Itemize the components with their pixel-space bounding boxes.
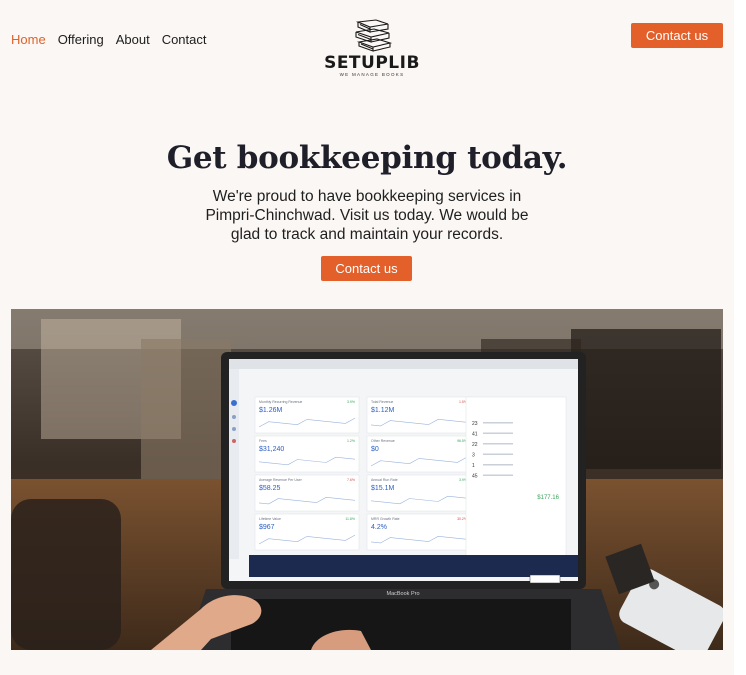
nav-about-link[interactable]: About [116, 32, 150, 47]
dashboard-card-change: 3.9% [347, 400, 355, 404]
side-panel-bar [483, 443, 513, 445]
dashboard-card-label: Other Revenue [371, 439, 395, 443]
dashboard-card: Lifetime Value $967 11.8% [254, 513, 360, 551]
dashboard-card-label: Lifetime Value [259, 517, 281, 521]
dashboard-card-change: 11.8% [345, 517, 355, 521]
dashboard-card-label: Average Revenue Per User [259, 478, 303, 482]
nav-offering-link[interactable]: Offering [58, 32, 104, 47]
side-panel-number: 23 [472, 421, 478, 427]
scrollbar-track[interactable] [734, 0, 746, 675]
hero-photo-laptop-dashboard: Monthly Recurring Revenue $1.26M 3.9% Total… [11, 309, 723, 650]
dashboard-card: Monthly Recurring Revenue $1.26M 3.9% [254, 396, 360, 434]
side-panel-number: 1 [472, 463, 475, 469]
dashboard-card-label: Monthly Recurring Revenue [259, 400, 302, 404]
header-contact-button[interactable]: Contact us [631, 23, 723, 48]
hero-title: Get bookkeeping today. [166, 140, 568, 176]
side-panel-bar [483, 422, 513, 424]
dashboard-card-value: $31,240 [259, 446, 284, 453]
dashboard-card: Annual Run Rate$15.1M3.9% [366, 474, 472, 512]
page: Home Offering About Contact SETUPLIB WE … [0, 0, 734, 675]
dashboard-card-value: 4.2% [371, 524, 387, 531]
dashboard-card-change: 30.2% [457, 517, 467, 521]
dashboard-card-value: $0 [371, 446, 379, 453]
dashboard-card-label: MRR Growth Rate [371, 517, 400, 521]
side-panel-number: 41 [472, 432, 478, 438]
hero-subtitle: We're proud to have bookkeeping services… [205, 188, 529, 243]
dashboard-card-change: 7.6% [347, 478, 355, 482]
dashboard-card-change: 1.2% [347, 439, 355, 443]
dashboard-card: Average Revenue Per User $58.25 7.6% [254, 474, 360, 512]
hero-contact-button[interactable]: Contact us [321, 256, 412, 281]
dashboard-card: Fees $31,240 1.2% [254, 435, 360, 473]
dashboard-card-value: $58.25 [259, 485, 281, 492]
logo-wordmark: SETUPLIB [324, 53, 420, 73]
dashboard-card-value: $15.1M [371, 485, 395, 492]
side-panel-bar [483, 432, 513, 434]
site-logo[interactable]: SETUPLIB WE MANAGE BOOKS [322, 18, 422, 77]
side-panel-number: 3 [472, 453, 475, 459]
dashboard-card-label: Fees [259, 439, 267, 443]
side-panel-bar [483, 464, 513, 466]
side-panel-number: 22 [472, 442, 478, 448]
dashboard-card-label: Total Revenue [371, 400, 393, 404]
dashboard-card: Total Revenue$1.12M1.5% [366, 396, 472, 434]
dashboard-card: MRR Growth Rate 4.2% 30.2% [366, 513, 472, 551]
side-panel-highlight: $177.16 [537, 495, 559, 501]
dashboard-card: Other Revenue $0 96.5% [366, 435, 472, 473]
side-panel-number: 45 [472, 474, 478, 480]
dashboard-card-label: Annual Run Rate [371, 478, 398, 482]
nav-home-link[interactable]: Home [11, 32, 46, 47]
nav-contact-link[interactable]: Contact [162, 32, 207, 47]
stacked-books-icon [355, 19, 392, 52]
laptop-brand-label: MacBook Pro [386, 591, 419, 597]
dashboard-card-change: 96.5% [457, 439, 467, 443]
side-panel-bar [483, 474, 513, 476]
side-panel-bar [483, 453, 513, 455]
main-nav: Home Offering About Contact [11, 32, 207, 47]
dashboard-card-value: $967 [259, 524, 275, 531]
dashboard-card-value: $1.26M [259, 407, 283, 414]
dashboard-card-value: $1.12M [371, 407, 395, 414]
